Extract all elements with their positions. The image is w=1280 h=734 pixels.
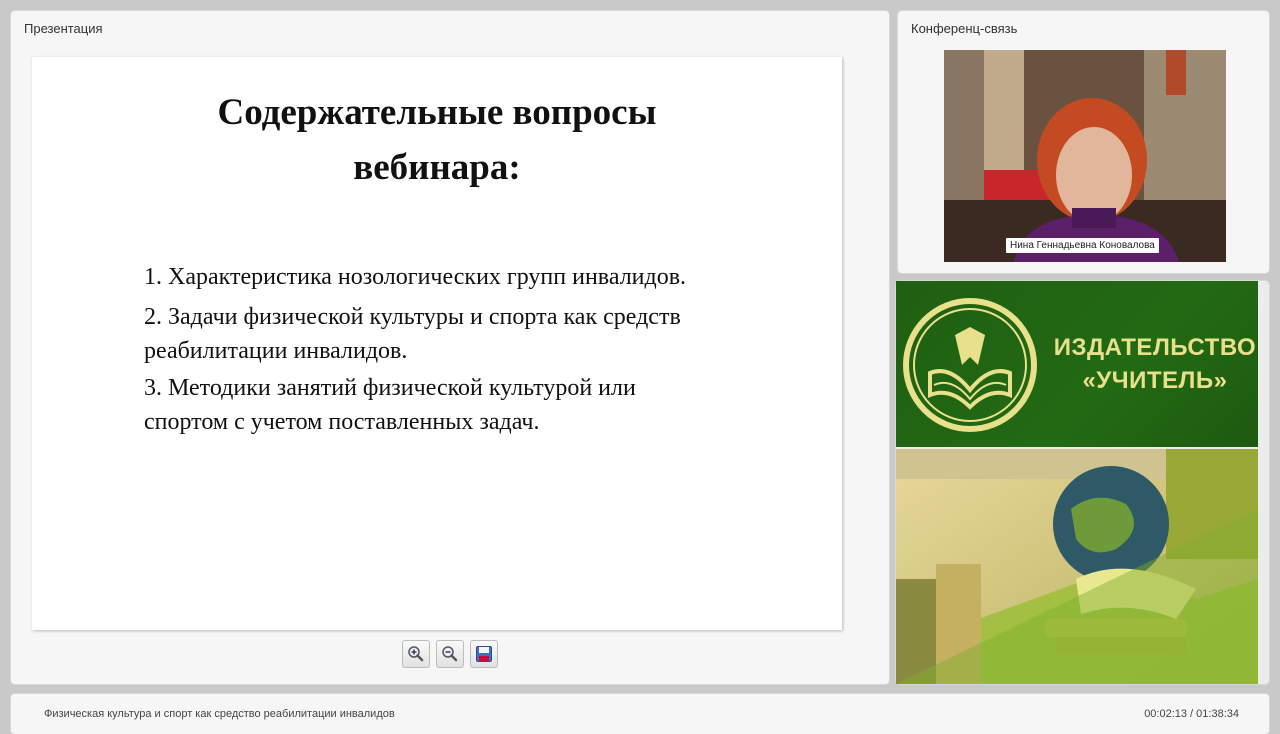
footer-bar: Физическая культура и спорт как средство… [11,694,1269,734]
slide-list-item: 2. Задачи физической культуры и спорта к… [144,300,784,368]
publisher-banner: ИЗДАТЕЛЬСТВО «УЧИТЕЛЬ» [896,281,1258,447]
speaker-video-image [944,50,1226,262]
slide-list-item-line: спортом с учетом поставленных задач. [144,409,540,435]
speaker-name-label: Нина Геннадьевна Коновалова [1006,238,1159,253]
publisher-logo-icon [903,298,1037,432]
presentation-panel: Презентация Содержательные вопросы вебин… [11,11,889,684]
conference-panel: Конференц-связь Нина Геннадьевна Коновал… [898,11,1269,273]
slide-list-item-line: 1. Характеристика нозологических групп и… [144,264,687,290]
floppy-disk-icon [476,646,492,662]
zoom-in-button[interactable] [402,640,430,668]
zoom-out-icon [442,646,458,662]
publisher-name-line1: ИЗДАТЕЛЬСТВО [1053,334,1257,361]
publisher-name-line2: «УЧИТЕЛЬ» [1082,367,1228,394]
slide-title-line1: Содержательные вопросы [217,92,657,133]
slide-list-item-line: 3. Методики занятий физической культурой… [144,375,636,401]
save-button[interactable] [470,640,498,668]
slide-list-item-line: реабилитации инвалидов. [144,338,408,364]
presentation-panel-title: Презентация [24,21,103,36]
speaker-video: Нина Геннадьевна Коновалова [944,50,1226,262]
books-globe-illustration [896,449,1258,684]
slide-title-line2: вебинара: [353,147,521,188]
slide-list-item: 3. Методики занятий физической культурой… [144,371,784,439]
promo-panel: ИЗДАТЕЛЬСТВО «УЧИТЕЛЬ» [896,281,1269,684]
playback-time: 00:02:13 / 01:38:34 [1144,708,1239,720]
slide-list-item: 1. Характеристика нозологических групп и… [144,260,784,294]
zoom-in-icon [408,646,424,662]
conference-panel-title: Конференц-связь [911,21,1018,36]
presentation-slide: Содержательные вопросы вебинара: 1. Хара… [32,57,842,630]
promo-books-globe-image [896,449,1258,684]
slide-list-item-line: 2. Задачи физической культуры и спорта к… [144,304,681,330]
slide-title: Содержательные вопросы вебинара: [77,85,797,195]
course-title: Физическая культура и спорт как средство… [44,708,395,720]
zoom-out-button[interactable] [436,640,464,668]
